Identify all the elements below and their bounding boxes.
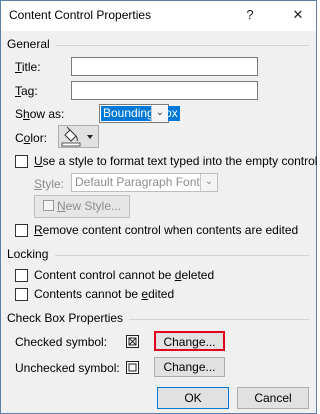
unchecked-symbol-preview	[126, 361, 139, 374]
cannot-edit-checkbox[interactable]	[15, 288, 28, 301]
new-style-button[interactable]: New Style...	[34, 195, 130, 218]
show-as-label: Show as:	[15, 107, 65, 121]
ok-button[interactable]: OK	[157, 387, 229, 409]
help-button[interactable]: ?	[237, 3, 263, 27]
checkbox-section-header: Check Box Properties	[7, 311, 124, 325]
show-as-select[interactable]: Bounding Box ⌄	[99, 104, 180, 123]
remove-content-control-label: Remove content control when contents are…	[34, 223, 299, 237]
locking-separator	[55, 255, 309, 256]
checked-change-button[interactable]: Change...	[154, 331, 225, 351]
chevron-down-icon: ⌄	[151, 105, 168, 122]
title-input[interactable]	[71, 57, 258, 76]
tag-input[interactable]	[71, 81, 258, 100]
color-picker-button[interactable]	[58, 125, 99, 148]
locking-section-header: Locking	[7, 247, 49, 261]
cannot-delete-checkbox[interactable]	[15, 269, 28, 282]
unchecked-box-icon	[128, 363, 137, 372]
style-selected-value: Default Paragraph Font	[75, 175, 200, 189]
content-control-properties-dialog: Content Control Properties ? ✕ General T…	[0, 0, 317, 414]
title-bar: Content Control Properties ? ✕	[1, 1, 316, 31]
remove-content-control-checkbox[interactable]	[15, 224, 28, 237]
unchecked-change-button[interactable]: Change...	[154, 357, 225, 377]
tag-label: Tag:	[15, 84, 38, 98]
cannot-edit-label: Contents cannot be edited	[34, 287, 175, 301]
unchecked-symbol-label: Unchecked symbol:	[15, 361, 120, 375]
cannot-delete-label: Content control cannot be deleted	[34, 268, 215, 282]
use-style-label: Use a style to format text typed into th…	[34, 154, 318, 168]
title-label: Title:	[15, 60, 41, 74]
checkbox-separator	[129, 319, 309, 320]
general-separator	[55, 45, 309, 46]
paint-bucket-icon	[61, 126, 93, 147]
chevron-down-icon: ⌄	[200, 174, 217, 191]
style-select[interactable]: Default Paragraph Font ⌄	[71, 173, 218, 192]
style-label: Style:	[34, 177, 65, 191]
general-section-header: General	[7, 37, 50, 51]
checked-symbol-label: Checked symbol:	[15, 335, 108, 349]
new-style-icon	[42, 200, 54, 211]
checked-symbol-preview	[126, 335, 139, 348]
checked-box-icon	[128, 337, 137, 346]
cancel-button[interactable]: Cancel	[237, 387, 309, 409]
use-style-checkbox[interactable]	[15, 155, 28, 168]
dialog-title: Content Control Properties	[9, 8, 152, 22]
close-button[interactable]: ✕	[285, 3, 311, 27]
color-label: Color:	[15, 131, 48, 145]
